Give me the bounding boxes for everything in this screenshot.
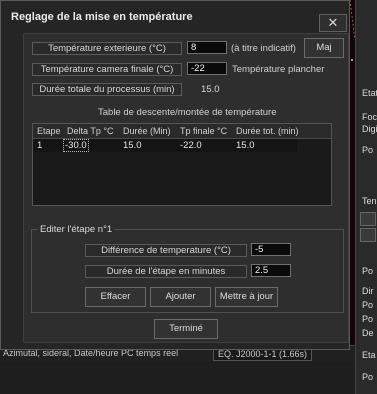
effacer-button[interactable]: Effacer bbox=[85, 287, 146, 307]
termine-button[interactable]: Terminé bbox=[154, 319, 218, 339]
duration-value: 15.0 bbox=[201, 84, 220, 95]
column-header[interactable]: Tp finale °C bbox=[180, 126, 227, 136]
camera-temp-input[interactable]: -22 bbox=[187, 62, 227, 75]
column-header[interactable]: Durée (Min) bbox=[123, 126, 171, 136]
dialog-title: Reglage de la mise en température bbox=[11, 11, 193, 23]
panel-label: Dir bbox=[362, 286, 374, 296]
table-header: Etape Delta Tp °C Durée (Min) Tp finale … bbox=[33, 124, 331, 139]
temperature-settings-dialog: Reglage de la mise en température ✕ Temp… bbox=[0, 0, 350, 350]
duration-label: Durée totale du processus (min) bbox=[32, 83, 182, 96]
diff-temp-label: Différence de temperature (°C) bbox=[85, 244, 247, 257]
cell-etape: 1 bbox=[37, 140, 43, 151]
ajouter-button[interactable]: Ajouter bbox=[150, 287, 211, 307]
panel-label: Po bbox=[362, 145, 374, 155]
ext-temp-input[interactable]: 8 bbox=[187, 41, 227, 54]
panel-label: Po bbox=[362, 300, 374, 310]
table-row[interactable]: 1 -30.0 15.0 -22.0 15.0 bbox=[33, 139, 297, 152]
diff-temp-input[interactable]: -5 bbox=[251, 243, 291, 256]
dialog-titlebar[interactable]: Reglage de la mise en température ✕ bbox=[1, 1, 349, 32]
cell-delta: -30.0 bbox=[63, 139, 89, 152]
panel-label: Focu bbox=[362, 112, 377, 122]
panel-label: Po bbox=[362, 314, 374, 324]
cell-duree: 15.0 bbox=[123, 140, 142, 151]
cell-tp-finale: -22.0 bbox=[180, 140, 202, 151]
step-duration-input[interactable]: 2.5 bbox=[251, 264, 291, 277]
ext-temp-note: (à titre indicatif) bbox=[231, 43, 296, 54]
close-button[interactable]: ✕ bbox=[319, 14, 347, 32]
edit-step-title: Editer l'étape n°1 bbox=[37, 224, 116, 235]
panel-label: De bbox=[362, 328, 374, 338]
panel-label: Digi bbox=[362, 124, 377, 134]
steps-table[interactable]: Etape Delta Tp °C Durée (Min) Tp finale … bbox=[32, 123, 332, 206]
mettre-a-jour-button[interactable]: Mettre à jour bbox=[215, 287, 278, 307]
right-side-panel: Etat Focu Digi Po Ten Po Dir Po Po De Et… bbox=[355, 0, 377, 394]
panel-label: Etat bbox=[362, 88, 377, 98]
cell-duree-tot: 15.0 bbox=[236, 140, 255, 151]
camera-temp-label: Température camera finale (°C) bbox=[32, 63, 182, 76]
checkbox[interactable] bbox=[360, 228, 376, 242]
column-header[interactable]: Etape bbox=[37, 126, 61, 136]
camera-temp-note: Température plancher bbox=[232, 64, 325, 75]
ext-temp-label: Température exterieure (°C) bbox=[32, 42, 182, 55]
close-icon: ✕ bbox=[327, 15, 339, 30]
step-duration-label: Durée de l'étape en minutes bbox=[85, 265, 247, 278]
panel-label: Po bbox=[362, 266, 374, 276]
panel-label: Eta bbox=[362, 350, 376, 360]
panel-label: Ten bbox=[362, 196, 377, 206]
table-caption: Table de descente/montée de température bbox=[98, 107, 277, 118]
panel-label: Po bbox=[362, 372, 374, 382]
bottom-panel bbox=[0, 362, 355, 394]
maj-button[interactable]: Maj bbox=[304, 38, 344, 58]
checkbox[interactable] bbox=[360, 212, 376, 226]
column-header[interactable]: Delta Tp °C bbox=[67, 126, 113, 136]
column-header[interactable]: Durée tot. (min) bbox=[236, 126, 299, 136]
